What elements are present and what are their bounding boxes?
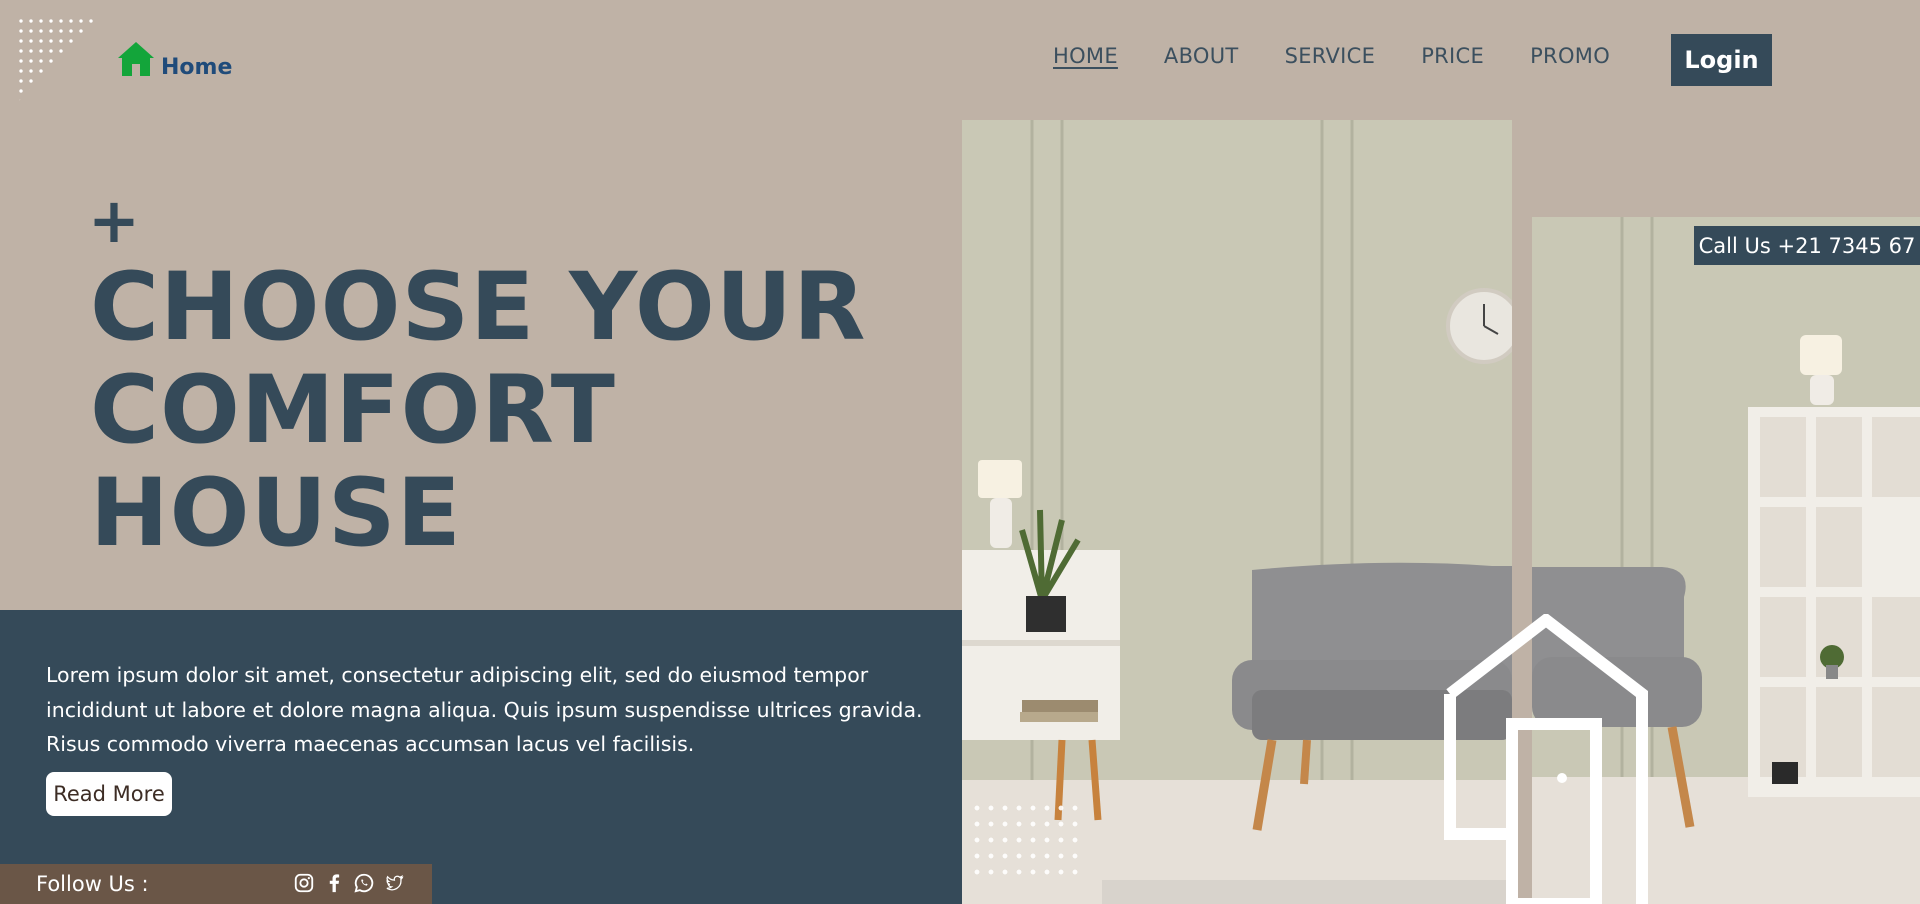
brand-logo[interactable]: Home — [115, 38, 232, 80]
headline-line-3: HOUSE — [90, 459, 462, 568]
nav-service[interactable]: SERVICE — [1285, 44, 1376, 68]
nav-about[interactable]: ABOUT — [1164, 44, 1239, 68]
dots-decoration-bottom — [970, 800, 1080, 880]
main-nav: HOME ABOUT SERVICE PRICE PROMO — [1053, 44, 1610, 68]
follow-us-label: Follow Us : — [36, 872, 149, 896]
follow-us-bar: Follow Us : — [0, 864, 432, 904]
brand-name: Home — [161, 55, 233, 80]
login-button[interactable]: Login — [1671, 34, 1772, 86]
headline-line-2: COMFORT — [90, 356, 616, 465]
nav-home[interactable]: HOME — [1053, 44, 1118, 68]
whatsapp-icon[interactable] — [353, 872, 375, 894]
facebook-icon[interactable] — [323, 872, 345, 894]
info-panel: Lorem ipsum dolor sit amet, consectetur … — [0, 610, 962, 904]
hero-description: Lorem ipsum dolor sit amet, consectetur … — [46, 663, 923, 756]
social-links — [293, 872, 405, 894]
house-icon — [118, 42, 154, 76]
nav-price[interactable]: PRICE — [1421, 44, 1484, 68]
plus-decoration: + — [88, 184, 140, 257]
house-outline-icon — [1444, 614, 1648, 904]
nav-promo[interactable]: PROMO — [1530, 44, 1610, 68]
read-more-button[interactable]: Read More — [46, 772, 172, 816]
call-us-badge[interactable]: Call Us +21 7345 67 — [1694, 226, 1920, 265]
twitter-icon[interactable] — [383, 872, 405, 894]
headline-line-1: CHOOSE YOUR — [90, 253, 867, 362]
dots-decoration — [16, 16, 100, 104]
instagram-icon[interactable] — [293, 872, 315, 894]
hero-headline: CHOOSE YOUR COMFORT HOUSE — [90, 256, 866, 565]
living-room-photo — [962, 120, 1512, 904]
